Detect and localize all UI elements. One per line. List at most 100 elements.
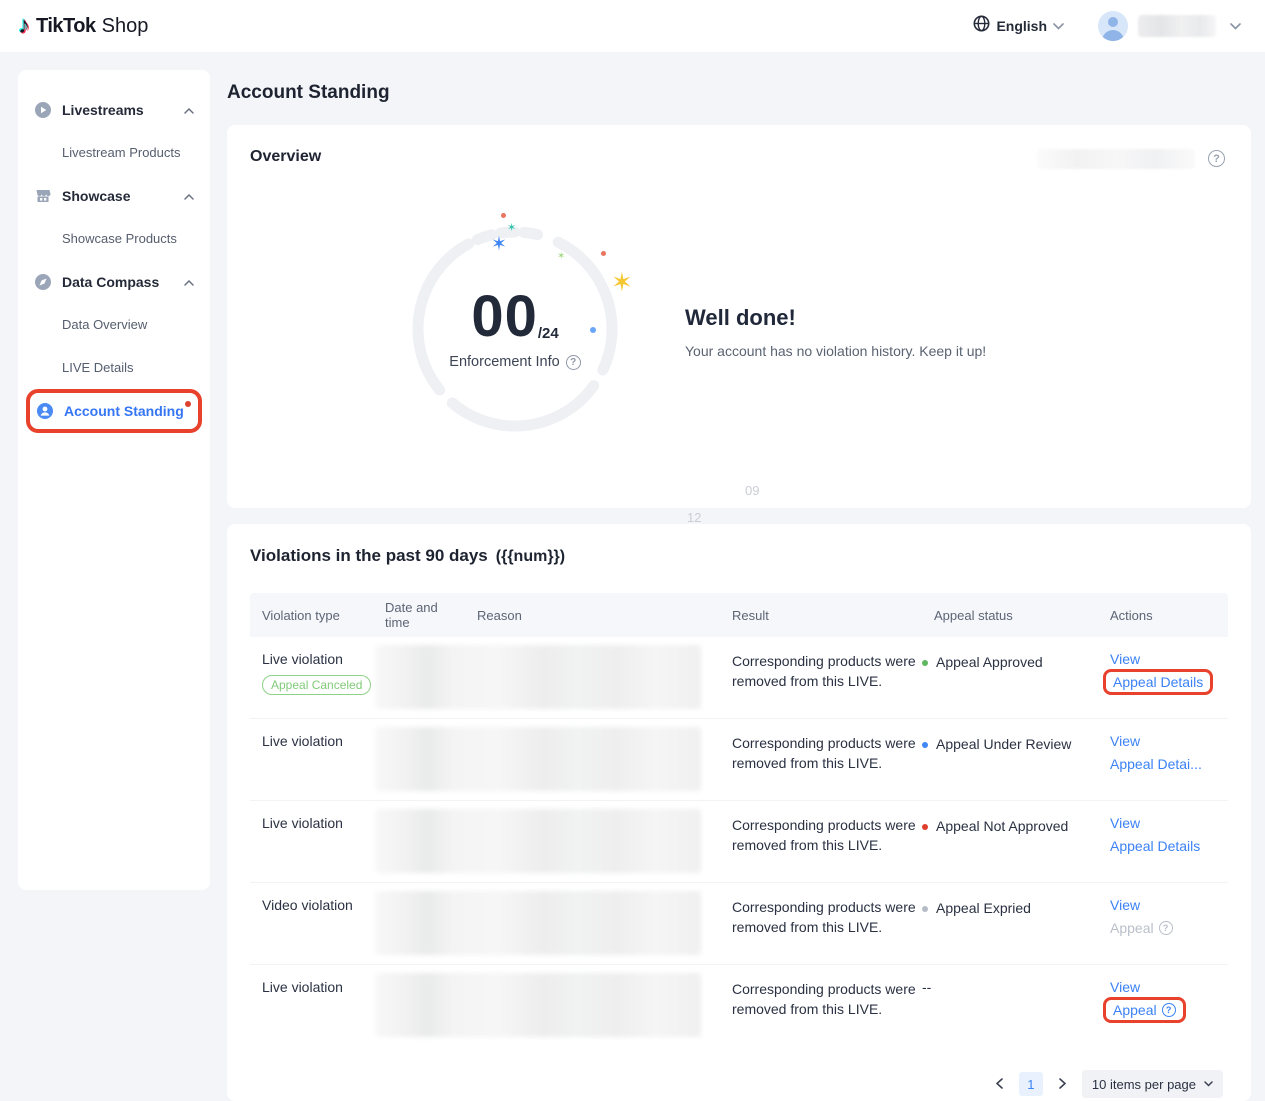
sidebar-item-live-details[interactable]: LIVE Details — [28, 346, 200, 389]
annotation-box-account-standing: Account Standing — [26, 389, 202, 433]
help-icon[interactable]: ? — [566, 355, 581, 370]
appeal-details-link[interactable]: Appeal Details — [1113, 674, 1203, 690]
sidebar-item-label: Account Standing — [64, 403, 184, 419]
overview-title: Overview — [250, 148, 321, 166]
language-label: English — [996, 18, 1047, 34]
sidebar-item-livestreams[interactable]: Livestreams — [28, 88, 200, 131]
sidebar-item-label: Showcase — [62, 188, 184, 204]
table-row: Live violation Corresponding products we… — [250, 801, 1228, 883]
status-dot — [922, 906, 928, 912]
view-link[interactable]: View — [1110, 815, 1140, 831]
column-violation-type: Violation type — [250, 608, 373, 623]
showcase-icon — [34, 187, 52, 205]
sparkle-star-green: ✶ — [557, 252, 565, 262]
result-text: Corresponding products were removed from… — [732, 897, 917, 938]
page-size-select[interactable]: 10 items per page — [1082, 1070, 1223, 1098]
sidebar-item-data-overview[interactable]: Data Overview — [28, 303, 200, 346]
sidebar-item-data-compass[interactable]: Data Compass — [28, 260, 200, 303]
violation-type: Live violation — [262, 815, 373, 831]
violations-table: Violation type Date and time Reason Resu… — [250, 593, 1228, 1047]
view-link[interactable]: View — [1110, 897, 1140, 913]
table-row: Live violation Appeal Canceled Correspon… — [250, 637, 1228, 719]
sidebar-item-showcase[interactable]: Showcase — [28, 174, 200, 217]
overview-card: Overview ? 09 12 00 /24 Enforcement Info… — [227, 125, 1251, 508]
sidebar-item-label: Livestreams — [62, 102, 184, 118]
chevron-right-icon[interactable] — [1053, 1075, 1072, 1094]
sparkle-star-blue: ✶ — [491, 235, 507, 254]
appeal-link-disabled: Appeal ? — [1110, 920, 1173, 936]
sparkle-star-teal: ✶ — [507, 223, 516, 234]
top-bar: ♪ TikTok Shop English — [0, 0, 1265, 52]
overview-redacted-text — [1037, 149, 1195, 169]
violation-type: Live violation — [262, 979, 373, 995]
tiktok-shop-logo: ♪ TikTok Shop — [18, 14, 148, 38]
violations-count-placeholder: ({{num}}) — [496, 548, 565, 566]
user-avatar[interactable] — [1098, 11, 1128, 41]
help-icon[interactable]: ? — [1159, 921, 1173, 935]
redacted-date-reason — [375, 973, 701, 1037]
redacted-date-reason — [375, 891, 701, 955]
help-icon[interactable]: ? — [1208, 150, 1225, 167]
column-appeal-status: Appeal status — [922, 608, 1098, 623]
page-number[interactable]: 1 — [1019, 1072, 1043, 1096]
enforcement-score: 00 — [471, 289, 538, 344]
brand-tiktok: TikTok — [36, 15, 96, 38]
tiktok-note-icon: ♪ — [18, 14, 30, 38]
redacted-date-reason — [375, 727, 701, 791]
sidebar-item-label: Data Compass — [62, 274, 184, 290]
pagination: 1 10 items per page — [990, 1070, 1223, 1098]
status-dot — [922, 660, 928, 666]
table-row: Live violation Corresponding products we… — [250, 965, 1228, 1047]
status-dot — [922, 742, 928, 748]
column-actions: Actions — [1098, 608, 1228, 623]
chevron-left-icon[interactable] — [990, 1075, 1009, 1094]
view-link[interactable]: View — [1110, 979, 1140, 995]
appeal-status: Appeal Not Approved — [936, 818, 1068, 834]
view-link[interactable]: View — [1110, 651, 1140, 667]
redacted-date-reason — [375, 645, 701, 709]
status-dot — [922, 824, 928, 830]
violations-card: Violations in the past 90 days ({{num}})… — [227, 524, 1251, 1101]
chevron-down-icon — [1204, 1081, 1213, 1087]
result-text: Corresponding products were removed from… — [732, 979, 917, 1020]
sidebar-item-account-standing[interactable]: Account Standing — [30, 393, 198, 429]
appeal-details-link[interactable]: Appeal Details — [1110, 838, 1200, 854]
well-done-subtitle: Your account has no violation history. K… — [685, 343, 986, 359]
sidebar: Livestreams Livestream Products Showcase… — [18, 70, 210, 890]
notification-dot — [185, 401, 191, 407]
sparkle-dot-blue — [590, 327, 596, 333]
enforcement-score-max: /24 — [538, 325, 559, 342]
table-row: Live violation Corresponding products we… — [250, 719, 1228, 801]
column-result: Result — [720, 608, 922, 623]
sparkle-dot-red — [501, 213, 506, 218]
chevron-up-icon — [184, 273, 194, 291]
violations-title: Violations in the past 90 days — [250, 546, 488, 566]
account-standing-icon — [36, 402, 54, 420]
violation-type: Live violation — [262, 651, 373, 667]
table-header: Violation type Date and time Reason Resu… — [250, 593, 1228, 637]
sidebar-item-showcase-products[interactable]: Showcase Products — [28, 217, 200, 260]
brand-shop: Shop — [102, 15, 149, 38]
enforcement-info-label: Enforcement Info — [449, 354, 559, 370]
result-text: Corresponding products were removed from… — [732, 733, 917, 774]
appeal-status: -- — [922, 979, 931, 995]
chevron-down-icon[interactable] — [1230, 17, 1241, 35]
sidebar-item-livestream-products[interactable]: Livestream Products — [28, 131, 200, 174]
help-icon[interactable]: ? — [1162, 1003, 1176, 1017]
appeal-details-link[interactable]: Appeal Detai... — [1110, 756, 1202, 772]
redacted-date-reason — [375, 809, 701, 873]
result-text: Corresponding products were removed from… — [732, 651, 917, 692]
sparkle-dot-red — [601, 251, 606, 256]
view-link[interactable]: View — [1110, 733, 1140, 749]
sparkle-star-yellow: ✶ — [611, 269, 633, 295]
column-date-time: Date and time — [373, 600, 465, 630]
chevron-up-icon — [184, 187, 194, 205]
appeal-link[interactable]: Appeal ? — [1113, 1002, 1176, 1018]
page-size-label: 10 items per page — [1092, 1077, 1196, 1092]
appeal-canceled-badge: Appeal Canceled — [262, 675, 371, 695]
chevron-up-icon — [184, 101, 194, 119]
livestream-icon — [34, 101, 52, 119]
appeal-status: Appeal Expried — [936, 900, 1031, 916]
language-selector[interactable]: English — [973, 15, 1064, 37]
result-text: Corresponding products were removed from… — [732, 815, 917, 856]
